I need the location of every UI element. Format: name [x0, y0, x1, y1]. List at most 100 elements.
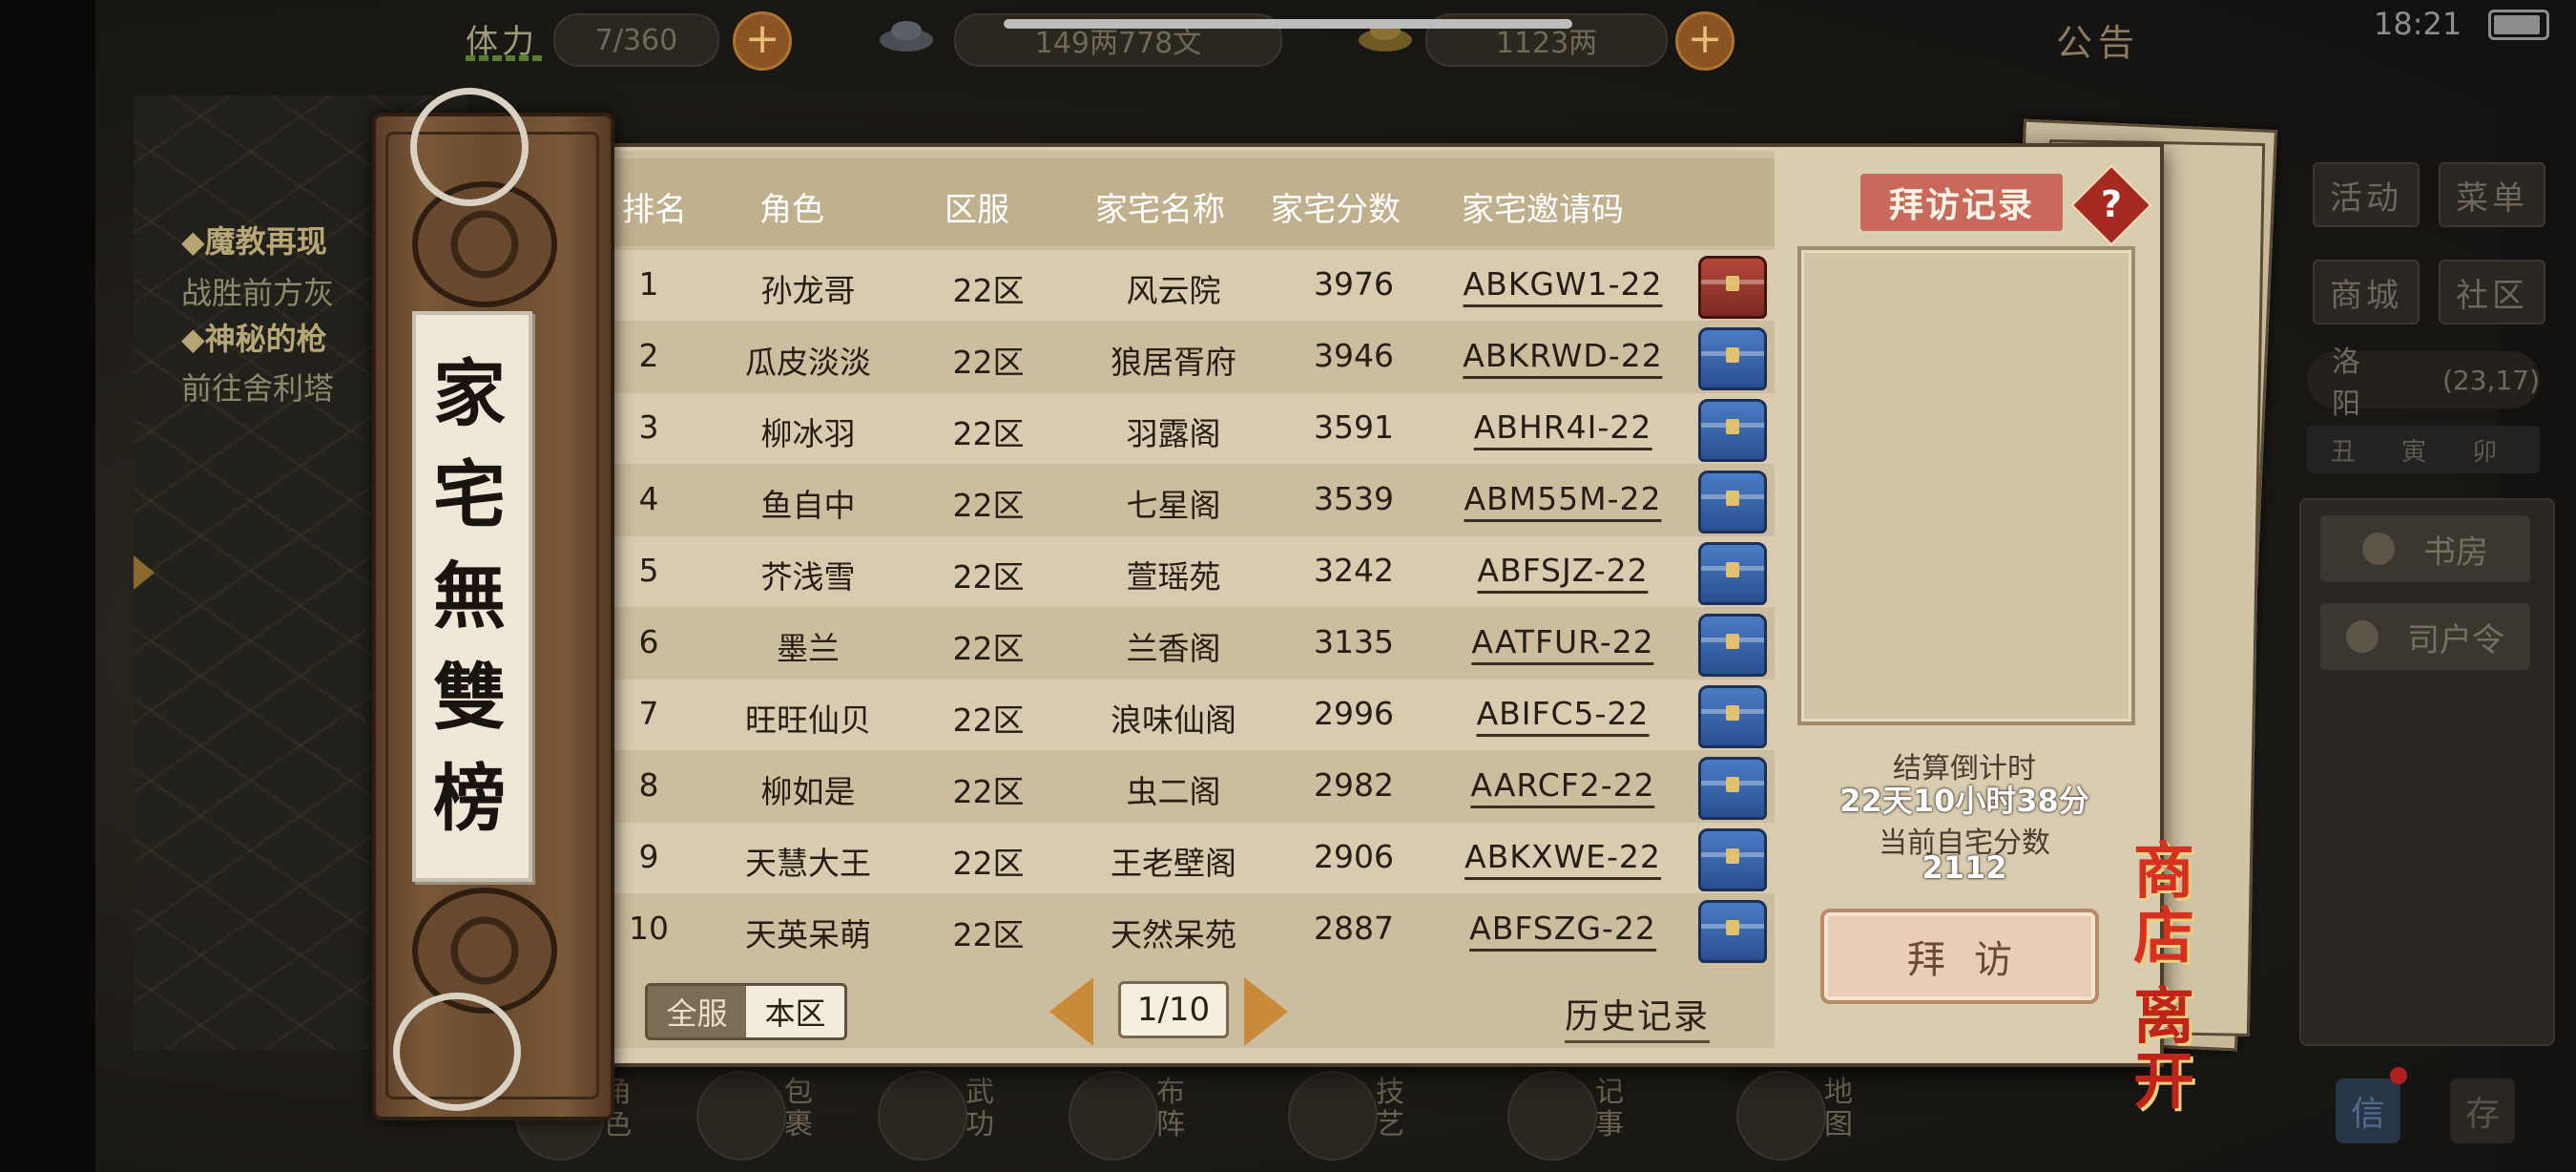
city-coords: (23,17) — [2441, 364, 2540, 396]
bagua-icon — [1069, 1071, 1158, 1161]
cell-home-name: 七星阁 — [1126, 487, 1221, 524]
table-row[interactable]: 8 柳如是 22区 虫二阁 2982 AARCF2-22 — [603, 751, 1775, 822]
blue-treasure-chest-icon[interactable] — [1698, 828, 1767, 891]
visit-button[interactable]: 拜访 — [1820, 909, 2099, 1004]
cell-rank: 9 — [638, 838, 659, 875]
table-row[interactable]: 9 天慧大王 22区 王老壁阁 2906 ABKXWE-22 — [603, 823, 1775, 893]
cell-home-name: 浪味仙阁 — [1111, 701, 1236, 739]
table-header: 排名 角色 区服 家宅名称 家宅分数 家宅邀请码 — [603, 164, 1775, 246]
cell-invite-code[interactable]: ABKRWD-22 — [1463, 337, 1663, 379]
cell-invite-code[interactable]: ABKGW1-22 — [1463, 265, 1663, 307]
cell-rank: 8 — [638, 766, 659, 804]
household-button[interactable]: 司户令 — [2320, 603, 2530, 670]
table-row[interactable]: 6 墨兰 22区 兰香阁 3135 AATFUR-22 — [603, 608, 1775, 679]
nav-martial[interactable]: 武功 — [859, 1057, 1030, 1172]
cell-rank: 3 — [638, 408, 659, 446]
countdown-value: 22天10小时38分 — [1839, 783, 2089, 819]
nav-map-label: 地图 — [1824, 1076, 1853, 1141]
blue-treasure-chest-icon[interactable] — [1698, 399, 1767, 462]
nav-bag[interactable]: 包裹 — [677, 1057, 849, 1172]
quest-title-2[interactable]: ◆神秘的枪 — [181, 315, 401, 359]
nav-map[interactable]: 地图 — [1717, 1057, 1889, 1172]
cell-role: 瓜皮淡淡 — [745, 344, 871, 381]
quest-desc-1[interactable]: 战胜前方灰 — [181, 269, 401, 313]
table-row[interactable]: 10 天英呆萌 22区 天然呆苑 2887 ABFSZG-22 — [603, 894, 1775, 965]
expand-arrow-icon[interactable] — [134, 555, 155, 590]
cell-rank: 1 — [638, 265, 659, 303]
add-gold-button[interactable]: + — [1675, 11, 1735, 71]
all-servers-tab[interactable]: 全服 — [648, 986, 746, 1037]
leave-button[interactable]: 离开 — [2133, 985, 2248, 1115]
cell-home-name: 天然呆苑 — [1111, 916, 1236, 953]
table-row[interactable]: 1 孙龙哥 22区 风云院 3976 ABKGW1-22 — [603, 250, 1775, 321]
nav-martial-label: 武功 — [966, 1076, 994, 1141]
nav-formation[interactable]: 布阵 — [1049, 1057, 1221, 1172]
visit-record-title: 拜访记录 — [1860, 174, 2063, 231]
cell-home-score: 3946 — [1314, 337, 1394, 374]
blue-treasure-chest-icon[interactable] — [1698, 900, 1767, 963]
header-server: 区服 — [945, 191, 1009, 229]
cell-server: 22区 — [952, 916, 1025, 953]
add-stamina-button[interactable]: + — [733, 11, 792, 71]
cell-home-score: 2996 — [1314, 695, 1394, 732]
table-row[interactable]: 2 瓜皮淡淡 22区 狼居胥府 3946 ABKRWD-22 — [603, 322, 1775, 392]
city-indicator[interactable]: 洛阳 (23,17) — [2307, 345, 2540, 421]
server-scope-toggle[interactable]: 全服 本区 — [645, 983, 847, 1040]
blue-treasure-chest-icon[interactable] — [1698, 542, 1767, 605]
cell-rank: 5 — [638, 552, 659, 589]
cell-invite-code[interactable]: AARCF2-22 — [1470, 766, 1655, 808]
nav-journal[interactable]: 记事 — [1488, 1057, 1660, 1172]
cell-invite-code[interactable]: ABHR4I-22 — [1473, 408, 1652, 450]
help-icon-glyph[interactable]: ? — [2082, 178, 2141, 231]
table-row[interactable]: 4 鱼自中 22区 七星阁 3539 ABM55M-22 — [603, 465, 1775, 535]
store-button[interactable]: 存 — [2450, 1078, 2515, 1143]
this-server-tab[interactable]: 本区 — [746, 986, 844, 1037]
history-link[interactable]: 历史记录 — [1565, 989, 1711, 1043]
red-treasure-chest-icon[interactable] — [1698, 256, 1767, 319]
cell-invite-code[interactable]: ABM55M-22 — [1464, 480, 1662, 522]
activity-button[interactable]: 活动 — [2313, 162, 2420, 227]
cell-role: 柳如是 — [760, 773, 856, 810]
nav-skill[interactable]: 技艺 — [1269, 1057, 1441, 1172]
cell-server: 22区 — [952, 630, 1025, 667]
blue-treasure-chest-icon[interactable] — [1698, 614, 1767, 677]
prev-page-icon[interactable] — [1049, 977, 1093, 1046]
blue-treasure-chest-icon[interactable] — [1698, 685, 1767, 748]
cell-invite-code[interactable]: ABIFC5-22 — [1476, 695, 1650, 737]
mail-button[interactable]: 信 — [2336, 1078, 2400, 1143]
cell-invite-code[interactable]: AATFUR-22 — [1471, 623, 1654, 665]
cell-server: 22区 — [952, 415, 1025, 452]
mall-button[interactable]: 商城 — [2313, 260, 2420, 324]
cell-invite-code[interactable]: ABFSJZ-22 — [1477, 552, 1649, 594]
community-button[interactable]: 社区 — [2439, 260, 2545, 324]
menu-button[interactable]: 菜单 — [2439, 162, 2545, 227]
shop-button[interactable]: 商店 — [2133, 840, 2248, 970]
cell-home-score: 3591 — [1314, 408, 1394, 446]
study-button[interactable]: 书房 — [2320, 515, 2530, 582]
cell-home-score: 2982 — [1314, 766, 1394, 804]
notice-button[interactable]: 公告 — [2056, 13, 2140, 66]
cell-invite-code[interactable]: ABFSZG-22 — [1469, 910, 1656, 952]
page-indicator: 1/10 — [1118, 981, 1229, 1038]
bottom-nav: 角色 包裹 武功 布阵 技艺 记事 地图 — [515, 1057, 1946, 1172]
cell-rank: 4 — [638, 480, 659, 517]
header-invite-code: 家宅邀请码 — [1462, 191, 1624, 229]
blue-treasure-chest-icon[interactable] — [1698, 757, 1767, 820]
cell-home-name: 兰香阁 — [1126, 630, 1221, 667]
table-row[interactable]: 5 芥浅雪 22区 萱瑶苑 3242 ABFSJZ-22 — [603, 536, 1775, 607]
blue-treasure-chest-icon[interactable] — [1698, 327, 1767, 390]
teapot-icon — [1288, 1071, 1378, 1161]
cell-home-score: 3539 — [1314, 480, 1394, 517]
table-row[interactable]: 3 柳冰羽 22区 羽露阁 3591 ABHR4I-22 — [603, 393, 1775, 464]
left-black-margin — [0, 0, 95, 1172]
nav-skill-label: 技艺 — [1376, 1076, 1404, 1141]
silver-ingot-icon — [880, 21, 933, 52]
cell-invite-code[interactable]: ABKXWE-22 — [1465, 838, 1661, 880]
quest-desc-2[interactable]: 前往舍利塔 — [181, 365, 401, 408]
table-row[interactable]: 7 旺旺仙贝 22区 浪味仙阁 2996 ABIFC5-22 — [603, 680, 1775, 750]
next-page-icon[interactable] — [1244, 977, 1288, 1046]
stamina-value: 7/360 — [553, 13, 719, 67]
quest-title-1[interactable]: ◆魔教再现 — [181, 218, 401, 262]
blue-treasure-chest-icon[interactable] — [1698, 471, 1767, 534]
cell-home-name: 王老壁阁 — [1111, 845, 1236, 882]
